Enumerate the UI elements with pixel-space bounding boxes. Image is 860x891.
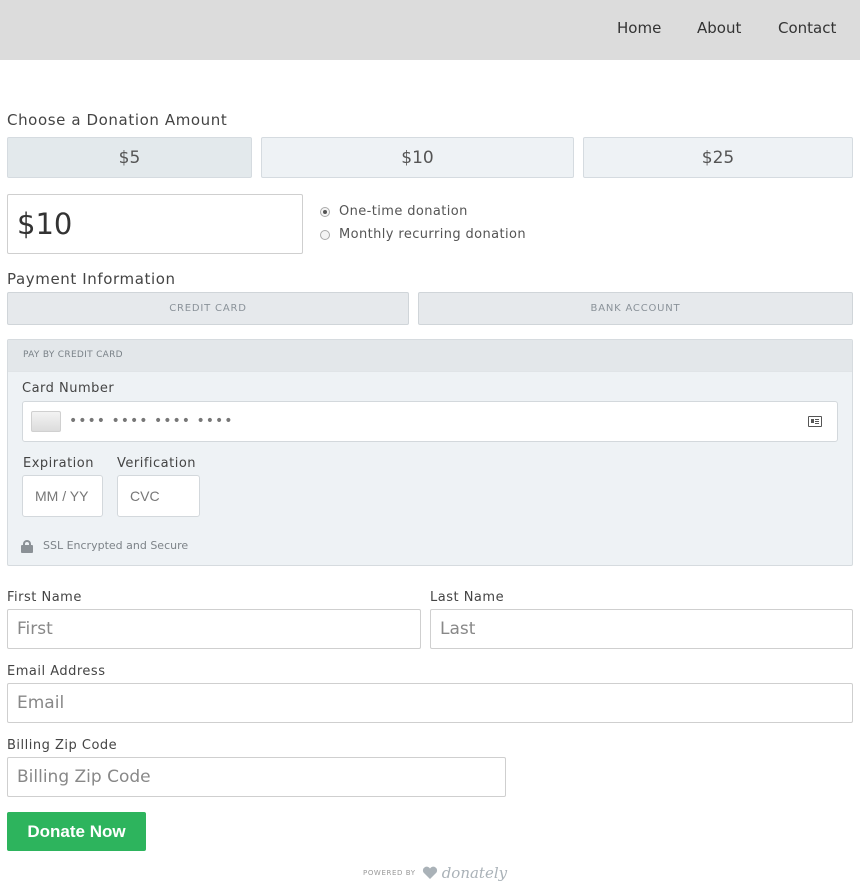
one-time-donation-option[interactable]: One-time donation — [320, 204, 468, 219]
amount-label: $25 — [701, 147, 735, 168]
card-number-input[interactable]: •••• •••• •••• •••• — [22, 401, 838, 442]
first-name-input[interactable]: First — [7, 609, 421, 649]
top-navbar: Home About Contact — [0, 0, 860, 60]
first-name-placeholder: First — [17, 619, 53, 639]
payment-information-title: Payment Information — [7, 270, 176, 288]
one-time-donation-label: One-time donation — [339, 204, 468, 219]
card-number-placeholder: •••• •••• •••• •••• — [69, 413, 234, 429]
nav-link-contact[interactable]: Contact — [778, 19, 836, 37]
card-number-label: Card Number — [22, 381, 115, 396]
amount-button-10[interactable]: $10 — [261, 137, 574, 178]
radio-checked-icon[interactable] — [320, 206, 330, 217]
donation-amount-title: Choose a Donation Amount — [7, 111, 228, 129]
monthly-donation-label: Monthly recurring donation — [339, 227, 527, 242]
verification-placeholder: CVC — [130, 488, 160, 504]
credit-card-panel: PAY BY CREDIT CARD — [7, 339, 853, 566]
expiration-label: Expiration — [23, 456, 94, 471]
expiration-input[interactable]: MM / YY — [22, 475, 103, 517]
expiration-placeholder: MM / YY — [35, 488, 89, 504]
tab-bank-account[interactable]: BANK ACCOUNT — [418, 292, 853, 325]
credit-card-icon — [31, 411, 61, 432]
radio-unchecked-icon[interactable] — [320, 229, 330, 240]
tab-credit-card-label: CREDIT CARD — [169, 303, 247, 314]
tab-credit-card[interactable]: CREDIT CARD — [7, 292, 409, 325]
amount-label: $10 — [401, 147, 434, 168]
donately-brand: donately — [441, 864, 508, 882]
verification-label: Verification — [117, 456, 197, 471]
nav-link-home[interactable]: Home — [617, 19, 661, 37]
email-label: Email Address — [7, 664, 106, 679]
zip-placeholder: Billing Zip Code — [17, 767, 151, 787]
amount-button-5[interactable]: $5 — [7, 137, 252, 178]
email-input[interactable]: Email — [7, 683, 853, 723]
powered-by-text: POWERED BY — [363, 869, 416, 877]
credit-card-panel-header: PAY BY CREDIT CARD — [8, 340, 852, 372]
id-card-icon — [808, 416, 822, 427]
monthly-donation-option[interactable]: Monthly recurring donation — [320, 227, 526, 242]
nav-link-about[interactable]: About — [697, 19, 741, 37]
lock-icon — [21, 540, 33, 553]
custom-amount-value: $10 — [17, 207, 73, 241]
last-name-label: Last Name — [430, 590, 505, 605]
last-name-placeholder: Last — [440, 619, 476, 639]
donate-now-button[interactable]: Donate Now — [7, 812, 146, 851]
zip-label: Billing Zip Code — [7, 738, 118, 753]
last-name-input[interactable]: Last — [430, 609, 853, 649]
email-placeholder: Email — [17, 693, 65, 713]
amount-button-25[interactable]: $25 — [583, 137, 853, 178]
verification-input[interactable]: CVC — [117, 475, 200, 517]
amount-label: $5 — [118, 147, 141, 168]
heart-icon — [422, 866, 437, 879]
panel-header-text: PAY BY CREDIT CARD — [23, 350, 123, 360]
billing-zip-input[interactable]: Billing Zip Code — [7, 757, 506, 797]
first-name-label: First Name — [7, 590, 82, 605]
powered-by-donately[interactable]: POWERED BY donately — [363, 864, 507, 882]
ssl-secure-text: SSL Encrypted and Secure — [43, 539, 189, 552]
custom-amount-input[interactable]: $10 — [7, 194, 303, 254]
donate-now-label: Donate Now — [27, 821, 126, 841]
tab-bank-account-label: BANK ACCOUNT — [590, 303, 681, 314]
